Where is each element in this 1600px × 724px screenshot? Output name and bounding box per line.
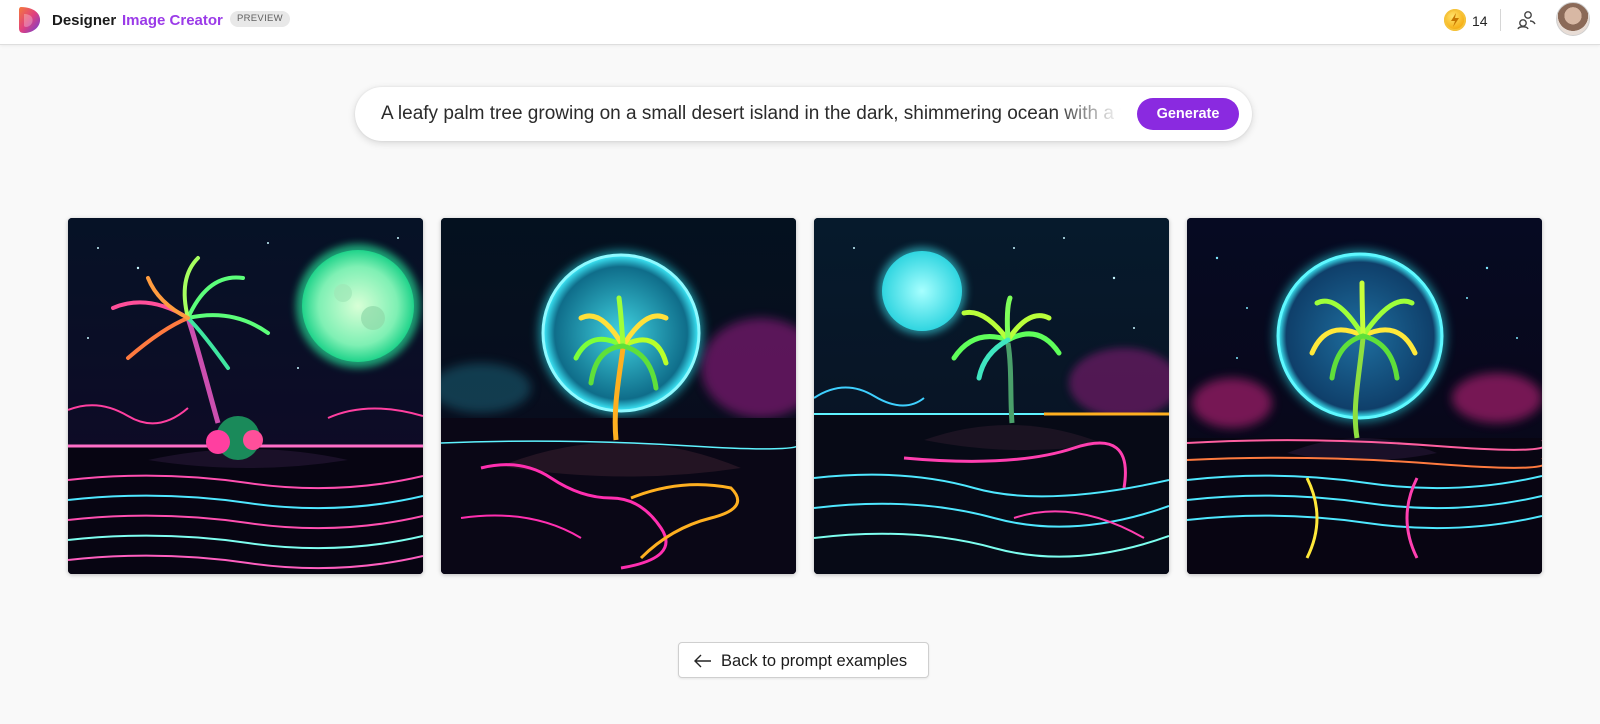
product-name[interactable]: Image Creator xyxy=(122,12,223,29)
arrow-left-icon xyxy=(694,654,711,668)
designer-logo-icon[interactable] xyxy=(18,6,42,34)
generated-image-2[interactable] xyxy=(441,218,796,574)
preview-badge: PREVIEW xyxy=(230,11,290,27)
back-to-examples-button[interactable]: Back to prompt examples xyxy=(678,642,929,678)
generated-image-4[interactable] xyxy=(1187,218,1542,574)
brand-name[interactable]: Designer xyxy=(52,12,116,29)
header-divider xyxy=(1500,9,1501,31)
share-icon[interactable] xyxy=(1516,10,1536,30)
generate-button[interactable]: Generate xyxy=(1137,98,1239,130)
prompt-input[interactable]: A leafy palm tree growing on a small des… xyxy=(381,103,1121,125)
top-header: Designer Image Creator PREVIEW 14 xyxy=(0,0,1600,45)
generated-image-1[interactable] xyxy=(68,218,423,574)
coin-count[interactable]: 14 xyxy=(1472,13,1488,29)
generated-image-3[interactable] xyxy=(814,218,1169,574)
coin-icon[interactable] xyxy=(1444,9,1466,31)
prompt-bar: A leafy palm tree growing on a small des… xyxy=(355,87,1252,141)
image-gallery xyxy=(68,218,1542,574)
back-button-label: Back to prompt examples xyxy=(721,652,908,670)
avatar[interactable] xyxy=(1556,2,1590,36)
